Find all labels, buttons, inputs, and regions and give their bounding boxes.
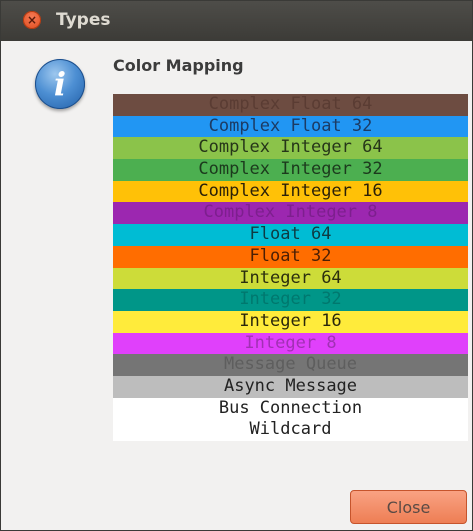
dialog-heading: Color Mapping: [113, 56, 244, 75]
color-mapping-list: Complex Float 64 Complex Float 32 Complex …: [113, 94, 468, 441]
color-mapping-row: Complex Float 64: [113, 94, 468, 116]
color-mapping-row: Complex Integer 16: [113, 180, 468, 203]
color-mapping-row: Integer 16: [113, 310, 468, 333]
color-mapping-row: Async Message: [113, 375, 468, 398]
info-icon: i: [35, 59, 85, 109]
color-mapping-row: Complex Integer 8: [113, 202, 468, 225]
close-button[interactable]: Close: [350, 490, 467, 524]
color-mapping-row: Complex Integer 64: [113, 137, 468, 160]
color-mapping-row: Float 32: [113, 245, 468, 268]
color-mapping-row: Float 64: [113, 224, 468, 246]
color-mapping-row: Complex Integer 32: [113, 159, 468, 181]
window-title: Types: [56, 10, 111, 30]
dialog-window: × Types i Color Mapping Complex Float 64…: [0, 0, 473, 531]
title-bar: × Types: [1, 1, 472, 41]
color-mapping-row: Complex Float 32: [113, 115, 468, 138]
color-mapping-row: Bus Connection: [113, 397, 468, 420]
color-mapping-row: Message Queue: [113, 354, 468, 376]
color-mapping-row: Integer 8: [113, 332, 468, 355]
window-close-icon[interactable]: ×: [23, 11, 41, 29]
color-mapping-row: Wildcard: [113, 419, 468, 441]
color-mapping-row: Integer 32: [113, 289, 468, 311]
color-mapping-row: Integer 64: [113, 267, 468, 290]
